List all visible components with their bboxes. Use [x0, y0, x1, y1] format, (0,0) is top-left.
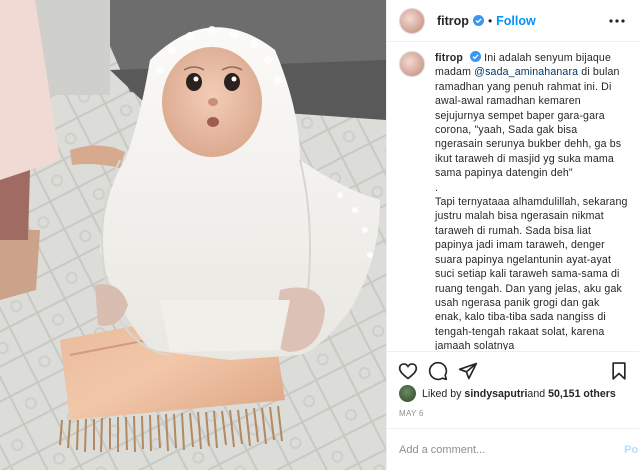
share-icon[interactable] [458, 361, 478, 381]
caption-paragraph-2: Tapi ternyataaa alhamdulillah, sekarang … [435, 196, 631, 350]
caption-text: fitrop Ini adalah senyum bijaque madam @… [435, 51, 628, 350]
author-username[interactable]: fitrop [437, 14, 469, 28]
likes-prefix: Liked by [422, 387, 462, 400]
caption-block: fitrop Ini adalah senyum bijaque madam @… [387, 43, 639, 350]
likes-count-link[interactable]: 50,151 others [548, 388, 616, 400]
comment-bar: Post [387, 428, 639, 470]
first-liker-link[interactable]: sindysaputri [464, 388, 527, 400]
author-avatar[interactable] [399, 7, 425, 34]
post-side-panel: fitrop • Follow fitrop Ini adalah senyum… [386, 0, 639, 470]
likes-row: Liked by sindysaputri and 50,151 others [399, 385, 616, 402]
comment-input[interactable] [399, 443, 609, 456]
post-photo[interactable] [0, 0, 386, 470]
liker-avatar[interactable] [399, 385, 416, 402]
caption-username[interactable]: fitrop [435, 52, 463, 64]
header-separator: • [487, 13, 493, 28]
post-comment-button[interactable]: Post [624, 444, 639, 456]
post-header: fitrop • Follow [387, 0, 639, 42]
comment-icon[interactable] [428, 361, 448, 381]
bookmark-icon[interactable] [609, 361, 629, 381]
action-bar [387, 351, 639, 387]
photo-illustration [0, 0, 386, 470]
likes-middle: and [527, 387, 546, 400]
caption-mention-link[interactable]: @sada_aminahanara [474, 66, 578, 78]
follow-button[interactable]: Follow [496, 14, 536, 28]
verified-badge-icon [472, 15, 484, 26]
more-options-icon[interactable] [608, 14, 626, 28]
caption-dot-line: . [435, 181, 439, 194]
verified-badge-icon [470, 51, 482, 62]
post-date[interactable]: MAY 6 [399, 409, 424, 418]
heart-icon[interactable] [398, 361, 418, 381]
caption-intro-rest: di bulan ramadhan yang penuh rahmat ini.… [435, 66, 622, 180]
caption-author-avatar[interactable] [399, 51, 425, 77]
